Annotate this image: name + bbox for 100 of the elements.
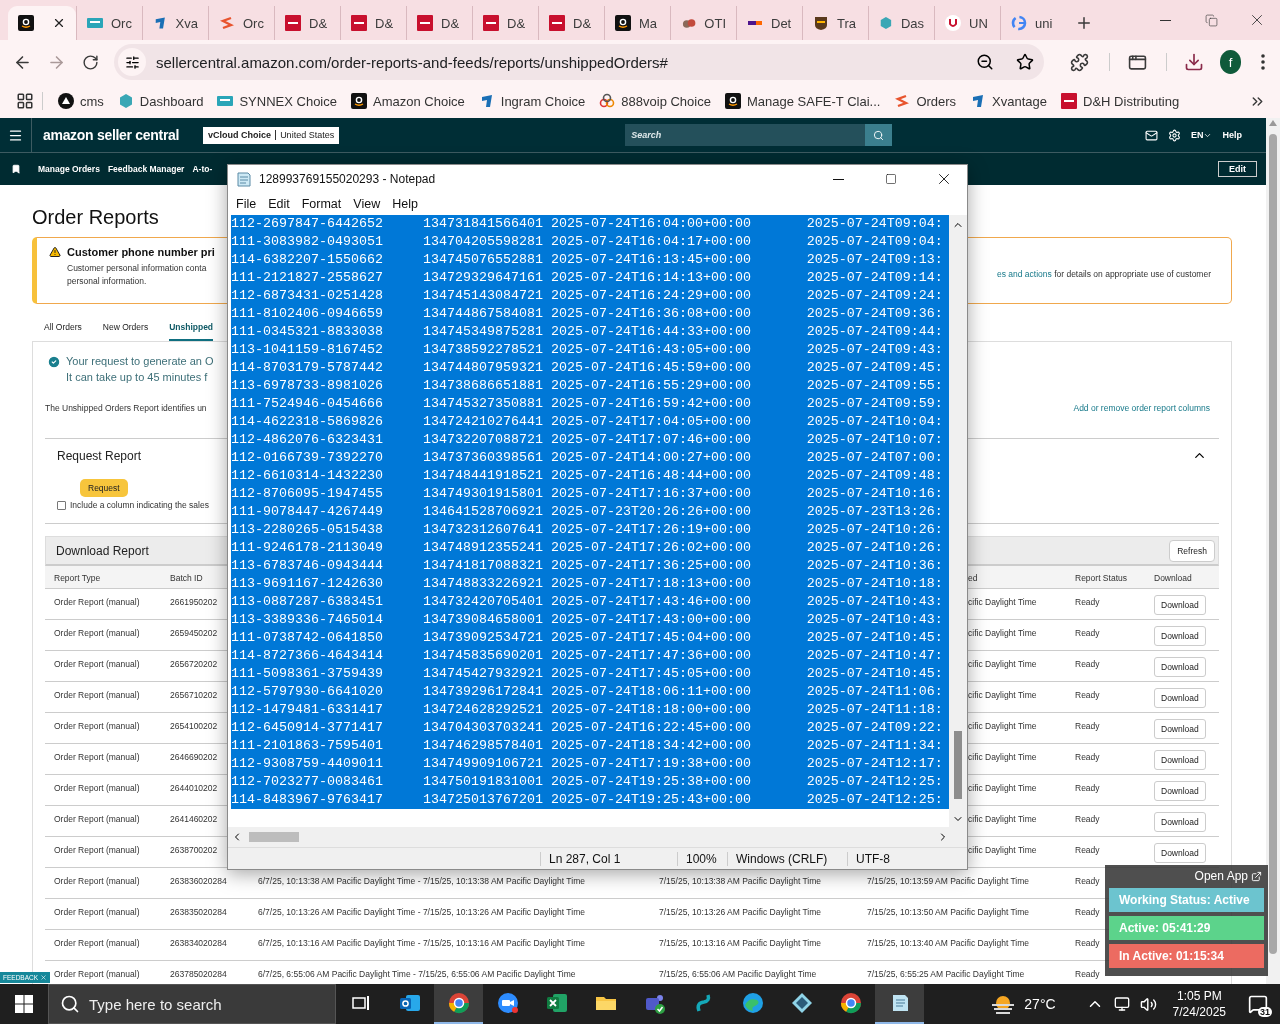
site-icon — [894, 93, 911, 109]
bookmark[interactable]: cms — [51, 88, 111, 114]
apps-icon[interactable] — [16, 92, 34, 110]
volume-icon[interactable] — [1139, 995, 1157, 1013]
refresh-button[interactable]: Refresh — [1169, 539, 1215, 562]
download-button[interactable]: Download — [1154, 812, 1206, 832]
checkbox[interactable] — [57, 500, 66, 510]
address-bar[interactable]: sellercentral.amazon.com/order-reports-and-feeds/reports/unshippedOrders# — [114, 44, 1044, 80]
close-icon — [40, 974, 48, 981]
nav-link[interactable]: Feedback Manager — [107, 164, 185, 174]
help-link[interactable]: Help — [1222, 130, 1242, 140]
site-icon — [153, 15, 168, 31]
taskbar-button[interactable] — [434, 984, 483, 1024]
menu-item[interactable]: File — [230, 196, 263, 211]
window-title: 128993769155020293 - Notepad — [259, 172, 436, 186]
bookmark[interactable]: Ingram Choice — [471, 88, 593, 114]
zoom-icon[interactable] — [976, 53, 994, 71]
browser-tab[interactable] — [8, 6, 76, 40]
menu-item[interactable]: Edit — [262, 196, 296, 211]
browser-icon — [446, 991, 471, 1015]
account-switcher[interactable]: vCloud Choice United States — [203, 126, 340, 144]
report-tab[interactable]: All Orders — [44, 322, 82, 341]
status-text: Ln 287, Col 1 — [540, 851, 677, 866]
mail-icon[interactable] — [1144, 128, 1158, 142]
edit-button[interactable]: Edit — [1218, 161, 1257, 177]
spreadsheet-icon — [544, 991, 569, 1015]
network-icon[interactable] — [1113, 996, 1130, 1012]
success-message: It can take up to 45 minutes f — [66, 371, 209, 383]
bookmark[interactable]: SYNNEX Choice — [210, 88, 344, 114]
alert-title: Customer phone number pri — [67, 246, 215, 258]
profile-avatar[interactable]: f — [1220, 50, 1242, 74]
report-tab[interactable]: New Orders — [102, 322, 149, 341]
horizontal-scrollbar[interactable] — [228, 827, 967, 848]
puzzle-icon — [1070, 52, 1090, 72]
bookmark[interactable]: Xvantage — [963, 88, 1055, 114]
columns-link[interactable]: Add or remove order report columns — [1073, 403, 1210, 413]
maximize-icon — [885, 173, 897, 185]
status-text: UTF-8 — [847, 851, 957, 866]
scrollbar-thumb[interactable] — [1269, 134, 1277, 954]
status-bar: In Active: 01:15:34 — [1109, 944, 1264, 968]
menu-item[interactable]: View — [347, 196, 387, 211]
bookmark[interactable]: Amazon Choice — [344, 88, 472, 114]
site-icon — [417, 15, 433, 31]
site-icon — [599, 93, 616, 109]
weather[interactable]: 27°C — [990, 993, 1056, 1015]
sun-haze-icon — [990, 993, 1017, 1015]
request-button[interactable]: Request — [80, 479, 128, 497]
site-icon — [549, 15, 565, 31]
bookmark[interactable]: 888voip Choice — [592, 88, 718, 114]
restore-icon — [1204, 13, 1218, 27]
notification-icon — [1248, 994, 1268, 1014]
checkbox-label: Include a column indicating the sales — [70, 500, 209, 510]
menu-item[interactable]: Help — [386, 196, 424, 211]
site-icon — [1061, 93, 1078, 109]
scrollbar-thumb[interactable] — [954, 731, 962, 800]
site-icon — [217, 93, 234, 109]
scrollbar-thumb[interactable] — [249, 832, 299, 843]
search-field[interactable]: Search — [625, 124, 866, 146]
settings-icon[interactable] — [1167, 128, 1181, 142]
clock[interactable]: 1:05 PM 7/24/2025 — [1172, 988, 1226, 1020]
download-icon — [1184, 52, 1205, 72]
download-button[interactable]: Download — [1154, 750, 1206, 770]
scrollbar[interactable] — [1266, 118, 1280, 984]
download-button[interactable]: Download — [1154, 719, 1206, 739]
download-button[interactable]: Download — [1154, 688, 1206, 708]
download-button[interactable]: Download — [1154, 781, 1206, 801]
external-link-icon — [1251, 870, 1262, 882]
bookmark[interactable]: Orders — [887, 88, 964, 114]
logo[interactable]: amazon seller central — [43, 127, 180, 143]
site-icon — [483, 15, 499, 31]
star-icon[interactable] — [1016, 53, 1034, 71]
bookmark[interactable]: Manage SAFE-T Clai... — [717, 88, 888, 114]
bookmark[interactable]: D&H Distributing — [1054, 88, 1187, 114]
vertical-scrollbar[interactable] — [949, 214, 967, 828]
download-button[interactable]: Download — [1154, 657, 1206, 677]
nav-link[interactable]: A-to- — [192, 164, 213, 174]
alert-text: personal information. — [67, 276, 148, 286]
site-icon — [285, 15, 301, 31]
notifications-button[interactable]: 31 — [1242, 984, 1274, 1024]
download-button[interactable]: Download — [1154, 626, 1206, 646]
section-title: Request Report — [57, 448, 142, 463]
site-info-icon[interactable] — [124, 54, 140, 70]
nav-link[interactable]: Manage Orders — [38, 164, 100, 174]
taskbar-button[interactable] — [875, 984, 924, 1024]
menu-item[interactable]: Format — [295, 196, 348, 211]
download-button[interactable]: Download — [1154, 843, 1206, 863]
alert-text: Customer personal information conta — [67, 263, 208, 273]
status-text: 100% — [677, 851, 727, 866]
site-icon — [58, 93, 74, 109]
site-icon — [813, 15, 829, 31]
bookmark-icon[interactable] — [11, 164, 21, 174]
minimize-icon — [1159, 19, 1171, 21]
bookmark[interactable]: Dashboard — [110, 88, 211, 114]
download-button[interactable]: Download — [1154, 595, 1206, 615]
window-icon — [1128, 52, 1148, 72]
report-tab[interactable]: Unshipped — [169, 322, 214, 341]
close-icon[interactable] — [52, 16, 66, 30]
search-button[interactable] — [865, 124, 893, 146]
taskbar-search-field[interactable]: Type here to search — [48, 984, 336, 1024]
language-selector[interactable]: EN — [1190, 130, 1213, 140]
